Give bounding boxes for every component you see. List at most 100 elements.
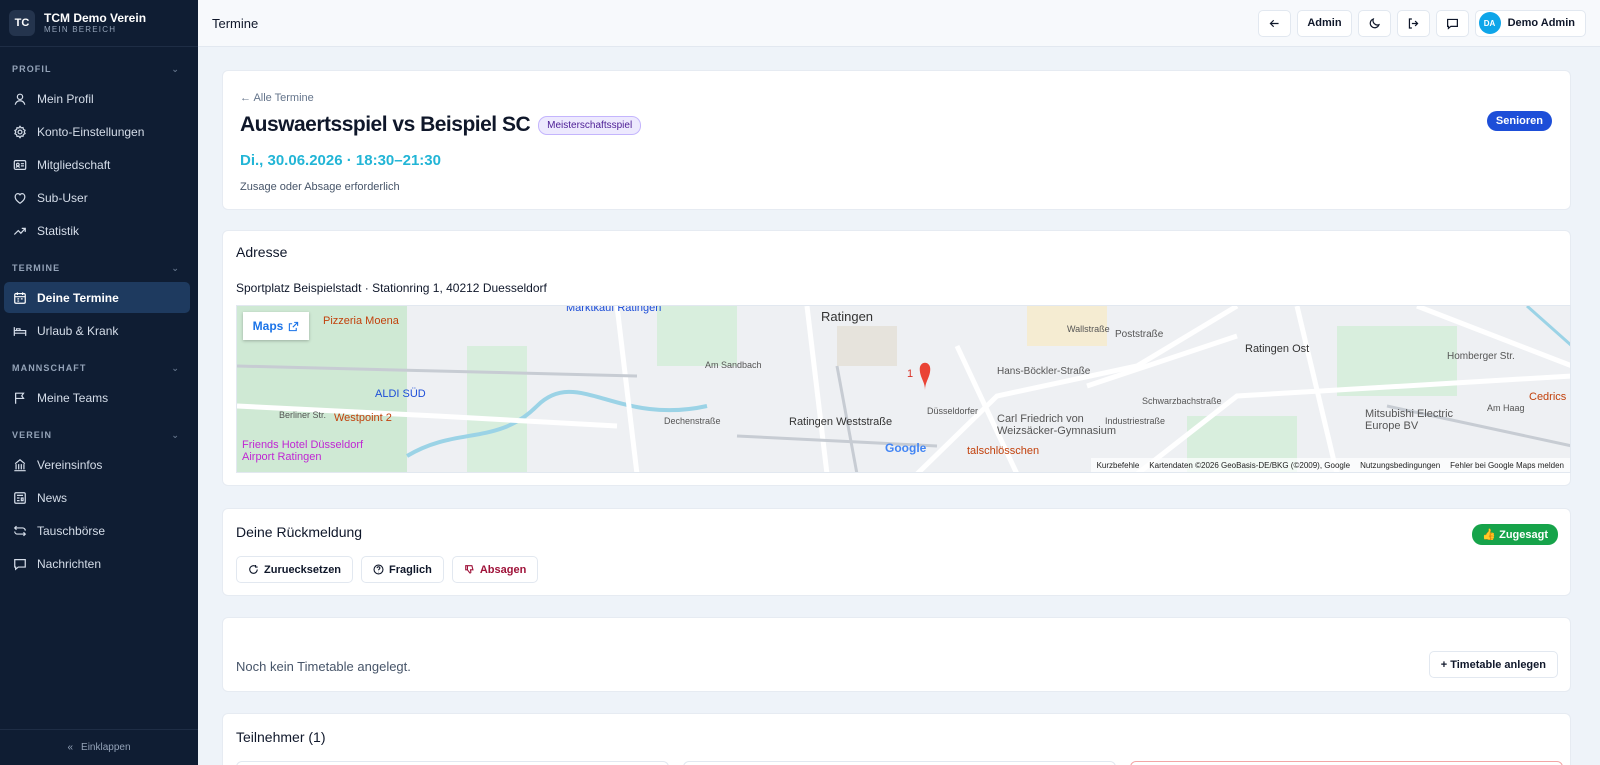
- participant-card[interactable]: [236, 761, 669, 765]
- map[interactable]: Maps Ratingen Pizzeria Moena ALDI SÜD We…: [236, 305, 1571, 473]
- user-icon: [14, 93, 26, 105]
- sidebar-item-vereinsinfos[interactable]: Vereinsinfos: [4, 449, 190, 480]
- moon-icon: [1369, 17, 1380, 28]
- sidebar-item-label: Meine Teams: [37, 390, 109, 405]
- section-toggle-mannschaft[interactable]: MANNSCHAFT ⌄: [0, 354, 198, 382]
- event-datetime: Di., 30.06.2026 · 18:30–21:30: [240, 152, 441, 169]
- messages-button[interactable]: [1435, 9, 1469, 37]
- team-badge: Senioren: [1486, 111, 1552, 131]
- map-label: talschlösschen: [967, 445, 1040, 457]
- question-circle-icon: [373, 564, 384, 575]
- gear-icon: [14, 124, 26, 139]
- section-toggle-profil[interactable]: PROFIL ⌄: [0, 55, 198, 83]
- map-label: Berliner Str.: [279, 410, 327, 420]
- address-text: Sportplatz Beispielstadt · Stationring 1…: [236, 281, 547, 295]
- map-label: Am Haag: [1487, 403, 1525, 413]
- collapse-sidebar-button[interactable]: « Einklappen: [0, 729, 198, 765]
- calendar-icon: [14, 291, 26, 304]
- sidebar-item-meine-teams[interactable]: Meine Teams: [4, 382, 190, 413]
- event-note: Zusage oder Absage erforderlich: [240, 181, 400, 193]
- bed-icon: [13, 326, 27, 336]
- timetable-card: Noch kein Timetable angelegt. + Timetabl…: [222, 617, 1571, 692]
- logout-button[interactable]: [1396, 9, 1430, 37]
- map-label: ALDI SÜD: [375, 388, 426, 400]
- brand[interactable]: TC TCM Demo Verein MEIN BEREICH: [0, 0, 198, 47]
- swap-icon: [13, 525, 27, 536]
- event-title: Auswaertsspiel vs Beispiel SC Meistersch…: [240, 113, 642, 137]
- sidebar-item-label: Urlaub & Krank: [37, 323, 119, 338]
- event-header-card: ← Alle Termine Auswaertsspiel vs Beispie…: [222, 70, 1571, 210]
- brand-name: TCM Demo Verein: [44, 10, 147, 25]
- participant-card[interactable]: [1130, 761, 1563, 765]
- sidebar-item-nachrichten[interactable]: Nachrichten: [4, 548, 190, 579]
- sidebar-item-label: Sub-User: [37, 190, 88, 205]
- sidebar-item-urlaub-krank[interactable]: Urlaub & Krank: [4, 315, 190, 346]
- map-label: Schwarzbachstraße: [1142, 396, 1222, 406]
- newspaper-icon: [14, 491, 26, 504]
- map-label: Am Sandbach: [705, 360, 762, 370]
- map-label: Europe BV: [1365, 420, 1419, 432]
- google-logo: Google: [885, 441, 927, 455]
- collapse-label: Einklappen: [81, 742, 131, 753]
- map-label: Mitsubishi Electric: [1365, 408, 1454, 420]
- thumbs-down-icon: [464, 565, 474, 574]
- section-toggle-termine[interactable]: TERMINE ⌄: [0, 254, 198, 282]
- sidebar-section-verein: VEREIN ⌄ Vereinsinfos News Tauschbörse N…: [0, 421, 198, 579]
- sidebar-item-konto-einstellungen[interactable]: Konto-Einstellungen: [4, 116, 190, 147]
- map-label: Marktkauf Ratingen: [566, 305, 662, 314]
- brand-logo: TC: [9, 10, 35, 36]
- participant-card[interactable]: [683, 761, 1116, 765]
- map-label: Hans-Böckler-Straße: [997, 366, 1091, 377]
- sidebar-item-label: Tauschbörse: [37, 523, 106, 538]
- map-terms-link[interactable]: Nutzungsbedingungen: [1360, 461, 1440, 470]
- decline-button[interactable]: Absagen: [451, 556, 539, 583]
- sidebar-item-tauschboerse[interactable]: Tauschbörse: [4, 515, 190, 546]
- sidebar-item-sub-user[interactable]: Sub-User: [4, 182, 190, 213]
- sidebar-item-label: Mitgliedschaft: [37, 157, 111, 172]
- theme-toggle-button[interactable]: [1357, 9, 1391, 37]
- section-label: TERMINE: [12, 263, 61, 273]
- event-type-badge: Meisterschaftsspiel: [538, 115, 642, 135]
- section-label: VEREIN: [12, 430, 53, 440]
- brand-subtitle: MEIN BEREICH: [44, 24, 117, 34]
- sidebar-item-label: Nachrichten: [37, 556, 102, 571]
- user-menu[interactable]: DA Demo Admin: [1474, 9, 1586, 37]
- map-marker-label: 1: [907, 368, 914, 380]
- section-toggle-verein[interactable]: VEREIN ⌄: [0, 421, 198, 449]
- sidebar-section-mannschaft: MANNSCHAFT ⌄ Meine Teams: [0, 354, 198, 413]
- sidebar-item-news[interactable]: News: [4, 482, 190, 513]
- sidebar-item-mitgliedschaft[interactable]: Mitgliedschaft: [4, 149, 190, 180]
- map-label: Weizsäcker-Gymnasium: [997, 425, 1116, 437]
- map-label: Airport Ratingen: [242, 451, 322, 463]
- admin-button[interactable]: Admin: [1297, 9, 1352, 37]
- address-title: Adresse: [236, 244, 288, 260]
- sidebar-item-label: Mein Profil: [37, 91, 94, 106]
- map-label: Ratingen Ost: [1245, 343, 1310, 355]
- section-label: MANNSCHAFT: [12, 363, 87, 373]
- map-report-link[interactable]: Fehler bei Google Maps melden: [1450, 461, 1564, 470]
- sidebar-item-statistik[interactable]: Statistik: [4, 215, 190, 246]
- logout-icon: [1408, 17, 1418, 29]
- chevrons-left-icon: «: [67, 742, 74, 753]
- back-to-all-events-link[interactable]: ← Alle Termine: [240, 92, 314, 104]
- id-card-icon: [13, 159, 27, 170]
- maybe-button[interactable]: Fraglich: [361, 556, 444, 583]
- reset-button[interactable]: Zuruecksetzen: [236, 556, 354, 583]
- back-button[interactable]: [1258, 9, 1292, 37]
- sidebar-item-mein-profil[interactable]: Mein Profil: [4, 83, 190, 114]
- timetable-empty-text: Noch kein Timetable angelegt.: [236, 659, 411, 674]
- create-timetable-button[interactable]: + Timetable anlegen: [1428, 651, 1558, 678]
- open-maps-button[interactable]: Maps: [243, 312, 309, 340]
- message-icon: [1446, 18, 1458, 30]
- map-shortcuts-link[interactable]: Kurzbefehle: [1097, 461, 1140, 470]
- user-name: Demo Admin: [1507, 17, 1575, 29]
- response-buttons: Zuruecksetzen Fraglich Absagen: [236, 556, 539, 583]
- map-label: Industriestraße: [1105, 416, 1166, 426]
- chevron-down-icon: ⌄: [171, 63, 180, 74]
- decline-label: Absagen: [479, 563, 527, 576]
- participants-title: Teilnehmer (1): [236, 729, 326, 745]
- participants-card: Teilnehmer (1): [222, 713, 1571, 765]
- message-icon: [14, 558, 26, 571]
- sidebar-item-label: Vereinsinfos: [37, 457, 103, 472]
- sidebar-item-deine-termine[interactable]: Deine Termine: [4, 282, 190, 313]
